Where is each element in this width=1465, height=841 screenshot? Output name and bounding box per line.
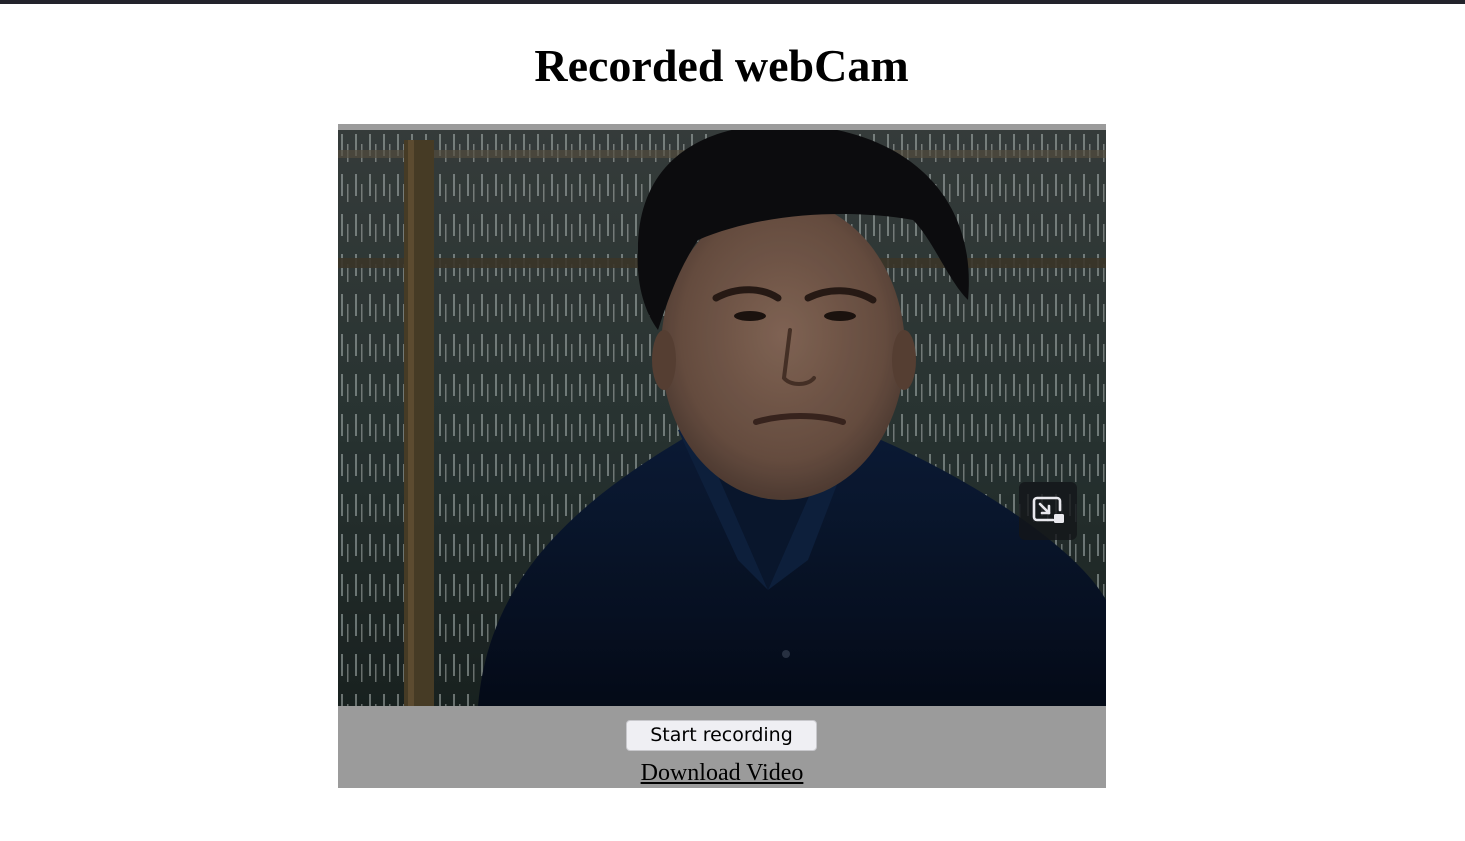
picture-in-picture-icon xyxy=(1032,496,1064,523)
page-title: Recorded webCam xyxy=(534,40,909,91)
webcam-frame xyxy=(338,130,1106,706)
webcam-video[interactable] xyxy=(338,130,1106,706)
download-video-link[interactable]: Download Video xyxy=(338,759,1106,787)
start-recording-button[interactable]: Start recording xyxy=(626,720,817,751)
picture-in-picture-button[interactable] xyxy=(1019,482,1077,540)
recorder-panel: Start recording Download Video xyxy=(338,124,1106,788)
window-top-border xyxy=(0,0,1465,4)
